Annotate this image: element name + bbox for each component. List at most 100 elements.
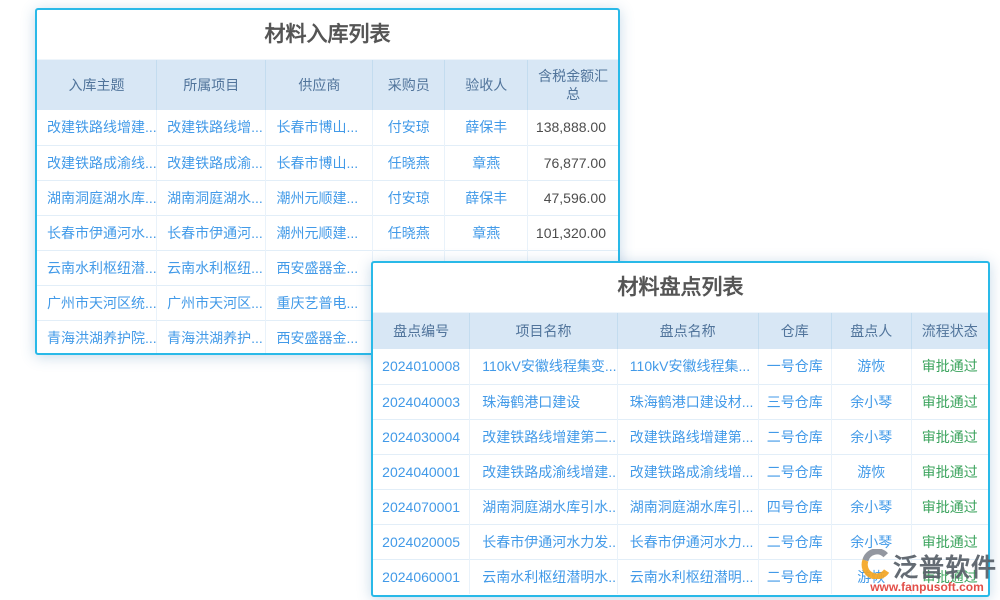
table-cell[interactable]: 改建铁路成渝线增... (617, 454, 758, 489)
table-cell[interactable]: 2024020005 (373, 524, 470, 559)
table-cell[interactable]: 改建铁路线增建... (37, 110, 157, 145)
table-cell[interactable]: 二号仓库 (758, 559, 831, 594)
table-row[interactable]: 2024030004改建铁路线增建第二...改建铁路线增建第...二号仓库余小琴… (373, 419, 988, 454)
table-cell[interactable]: 2024070001 (373, 489, 470, 524)
table-cell[interactable]: 长春市博山... (266, 110, 373, 145)
table-cell[interactable]: 长春市伊通河... (157, 215, 266, 250)
table-cell: 审批通过 (911, 384, 988, 419)
table-row[interactable]: 2024060001云南水利枢纽潜明水...云南水利枢纽潜明...二号仓库游恢审… (373, 559, 988, 594)
column-header: 项目名称 (470, 313, 618, 350)
inventory-list-title: 材料盘点列表 (373, 263, 988, 312)
table-cell[interactable]: 2024030004 (373, 419, 470, 454)
table-cell[interactable]: 云南水利枢纽潜明... (617, 559, 758, 594)
table-cell[interactable]: 改建铁路线增建第... (617, 419, 758, 454)
table-cell[interactable]: 2024040003 (373, 384, 470, 419)
column-header: 盘点编号 (373, 313, 470, 350)
column-header: 仓库 (758, 313, 831, 350)
table-row[interactable]: 改建铁路线增建...改建铁路线增...长春市博山...付安琼薛保丰138,888… (37, 110, 618, 145)
column-header: 盘点名称 (617, 313, 758, 350)
table-cell[interactable]: 二号仓库 (758, 454, 831, 489)
table-cell[interactable]: 湖南洞庭湖水库引... (617, 489, 758, 524)
table-cell[interactable]: 改建铁路线增建第二... (470, 419, 618, 454)
table-cell[interactable]: 广州市天河区统... (37, 285, 157, 320)
table-row[interactable]: 长春市伊通河水...长春市伊通河...潮州元顺建...任晓燕章燕101,320.… (37, 215, 618, 250)
table-cell[interactable]: 2024010008 (373, 349, 470, 384)
header-row: 入库主题所属项目供应商采购员验收人含税金额汇总 (37, 60, 618, 111)
table-cell: 138,888.00 (528, 110, 618, 145)
table-cell[interactable]: 湖南洞庭湖水库... (37, 180, 157, 215)
table-cell[interactable]: 改建铁路成渝... (157, 145, 266, 180)
table-cell[interactable]: 游恢 (831, 349, 911, 384)
table-cell[interactable]: 云南水利枢纽... (157, 250, 266, 285)
column-header: 盘点人 (831, 313, 911, 350)
table-cell[interactable]: 余小琴 (831, 384, 911, 419)
table-cell[interactable]: 重庆艺普电... (266, 285, 373, 320)
header-row: 盘点编号项目名称盘点名称仓库盘点人流程状态 (373, 313, 988, 350)
column-header: 含税金额汇总 (528, 60, 618, 111)
table-cell: 101,320.00 (528, 215, 618, 250)
table-cell[interactable]: 薛保丰 (445, 180, 528, 215)
table-cell[interactable]: 余小琴 (831, 489, 911, 524)
table-cell[interactable]: 青海洪湖养护院... (37, 320, 157, 355)
column-header: 流程状态 (911, 313, 988, 350)
table-cell[interactable]: 改建铁路成渝线增建... (470, 454, 618, 489)
table-cell[interactable]: 110kV安徽线程集变... (470, 349, 618, 384)
table-cell[interactable]: 湖南洞庭湖水库引水... (470, 489, 618, 524)
table-cell: 76,877.00 (528, 145, 618, 180)
table-cell[interactable]: 2024040001 (373, 454, 470, 489)
table-cell[interactable]: 章燕 (445, 145, 528, 180)
table-cell[interactable]: 青海洪湖养护... (157, 320, 266, 355)
inventory-table: 盘点编号项目名称盘点名称仓库盘点人流程状态2024010008110kV安徽线程… (373, 312, 988, 594)
table-cell[interactable]: 余小琴 (831, 524, 911, 559)
table-row[interactable]: 2024040003珠海鹤港口建设珠海鹤港口建设材...三号仓库余小琴审批通过 (373, 384, 988, 419)
table-row[interactable]: 2024070001湖南洞庭湖水库引水...湖南洞庭湖水库引...四号仓库余小琴… (373, 489, 988, 524)
table-cell[interactable]: 潮州元顺建... (266, 215, 373, 250)
table-row[interactable]: 改建铁路成渝线...改建铁路成渝...长春市博山...任晓燕章燕76,877.0… (37, 145, 618, 180)
table-cell[interactable]: 西安盛器金... (266, 320, 373, 355)
table-row[interactable]: 湖南洞庭湖水库...湖南洞庭湖水...潮州元顺建...付安琼薛保丰47,596.… (37, 180, 618, 215)
table-cell: 审批通过 (911, 524, 988, 559)
table-cell[interactable]: 游恢 (831, 454, 911, 489)
table-cell: 审批通过 (911, 349, 988, 384)
table-cell[interactable]: 长春市博山... (266, 145, 373, 180)
table-cell[interactable]: 云南水利枢纽潜... (37, 250, 157, 285)
table-cell[interactable]: 西安盛器金... (266, 250, 373, 285)
table-cell[interactable]: 潮州元顺建... (266, 180, 373, 215)
table-cell[interactable]: 付安琼 (373, 110, 445, 145)
table-row[interactable]: 2024040001改建铁路成渝线增建...改建铁路成渝线增...二号仓库游恢审… (373, 454, 988, 489)
table-cell[interactable]: 章燕 (445, 215, 528, 250)
table-cell[interactable]: 游恢 (831, 559, 911, 594)
table-cell[interactable]: 长春市伊通河水力发... (470, 524, 618, 559)
table-cell[interactable]: 付安琼 (373, 180, 445, 215)
table-row[interactable]: 2024020005长春市伊通河水力发...长春市伊通河水力...二号仓库余小琴… (373, 524, 988, 559)
table-cell[interactable]: 薛保丰 (445, 110, 528, 145)
table-cell[interactable]: 余小琴 (831, 419, 911, 454)
table-row[interactable]: 2024010008110kV安徽线程集变...110kV安徽线程集...一号仓… (373, 349, 988, 384)
table-cell[interactable]: 改建铁路成渝线... (37, 145, 157, 180)
table-cell[interactable]: 珠海鹤港口建设 (470, 384, 618, 419)
column-header: 验收人 (445, 60, 528, 111)
table-cell: 审批通过 (911, 489, 988, 524)
table-cell[interactable]: 四号仓库 (758, 489, 831, 524)
table-cell[interactable]: 2024060001 (373, 559, 470, 594)
table-cell[interactable]: 二号仓库 (758, 419, 831, 454)
table-cell[interactable]: 110kV安徽线程集... (617, 349, 758, 384)
table-cell[interactable]: 珠海鹤港口建设材... (617, 384, 758, 419)
table-cell[interactable]: 云南水利枢纽潜明水... (470, 559, 618, 594)
table-cell[interactable]: 三号仓库 (758, 384, 831, 419)
table-cell[interactable]: 任晓燕 (373, 145, 445, 180)
table-cell: 审批通过 (911, 454, 988, 489)
table-cell[interactable]: 长春市伊通河水力... (617, 524, 758, 559)
table-cell[interactable]: 广州市天河区... (157, 285, 266, 320)
table-cell: 47,596.00 (528, 180, 618, 215)
table-cell[interactable]: 改建铁路线增... (157, 110, 266, 145)
column-header: 采购员 (373, 60, 445, 111)
table-cell[interactable]: 二号仓库 (758, 524, 831, 559)
table-cell[interactable]: 一号仓库 (758, 349, 831, 384)
column-header: 供应商 (266, 60, 373, 111)
inventory-list-panel: 材料盘点列表 盘点编号项目名称盘点名称仓库盘点人流程状态202401000811… (371, 261, 990, 597)
column-header: 所属项目 (157, 60, 266, 111)
table-cell[interactable]: 湖南洞庭湖水... (157, 180, 266, 215)
table-cell[interactable]: 任晓燕 (373, 215, 445, 250)
table-cell[interactable]: 长春市伊通河水... (37, 215, 157, 250)
